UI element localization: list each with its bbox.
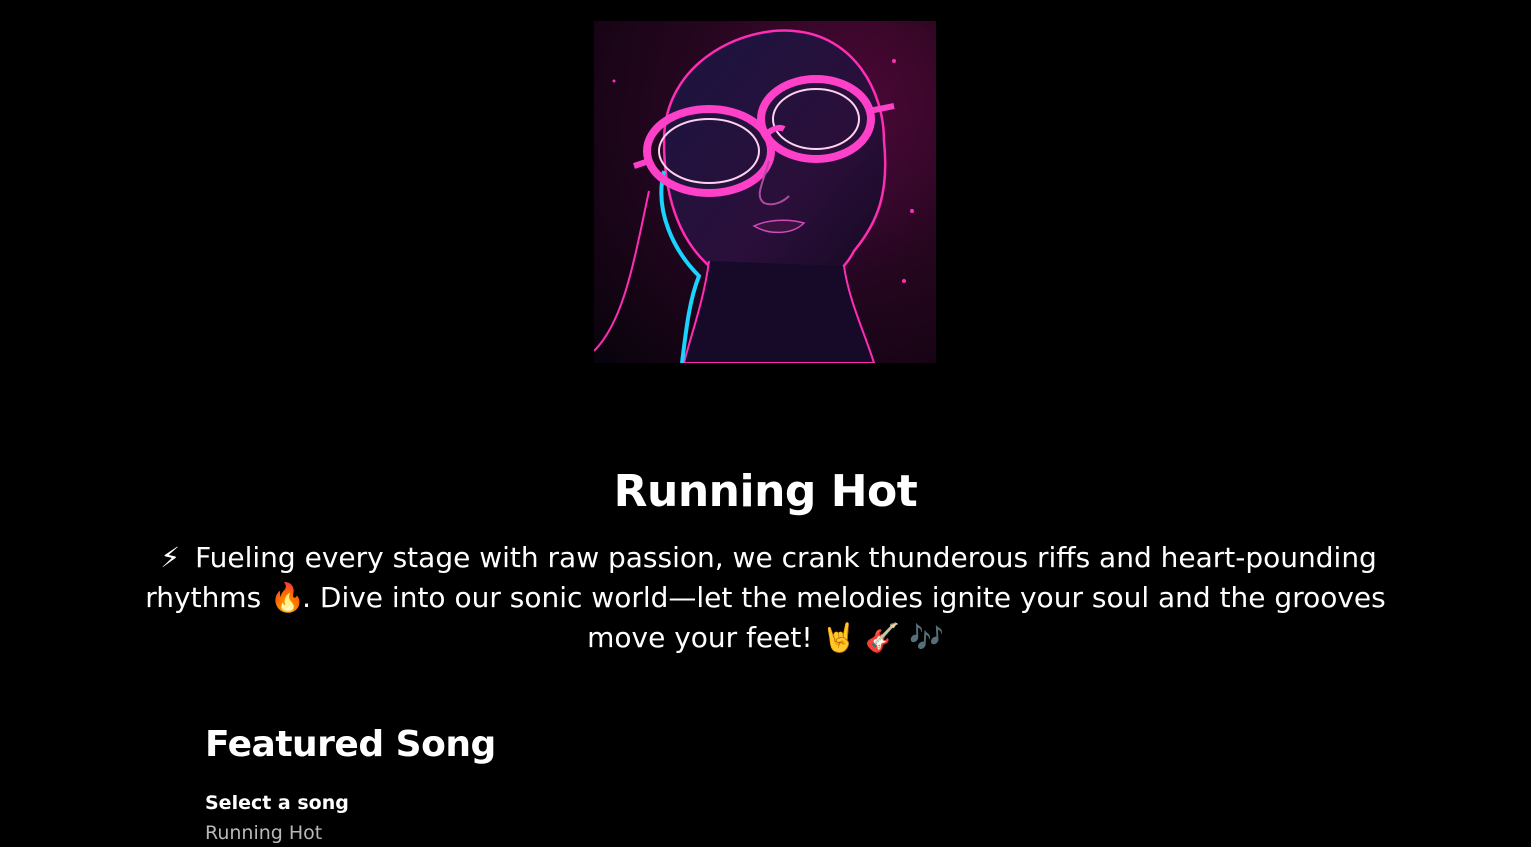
featured-song-heading: Featured Song — [205, 724, 496, 765]
artist-bio: ⚡ Fueling every stage with raw passion, … — [120, 538, 1411, 658]
artist-cover-image — [594, 21, 936, 363]
artist-page: Running Hot ⚡ Fueling every stage with r… — [0, 0, 1531, 847]
fire-icon: 🔥 — [270, 581, 305, 614]
song-select[interactable]: Running Hot — [205, 820, 805, 846]
select-song-label: Select a song — [205, 792, 349, 814]
lightning-icon: ⚡ — [160, 541, 180, 574]
rock-guitar-music-icons: 🤘 🎸 🎶 — [821, 621, 944, 654]
featured-song-section: Featured Song Select a song Running Hot — [205, 720, 805, 846]
artist-name: Running Hot — [613, 466, 918, 517]
